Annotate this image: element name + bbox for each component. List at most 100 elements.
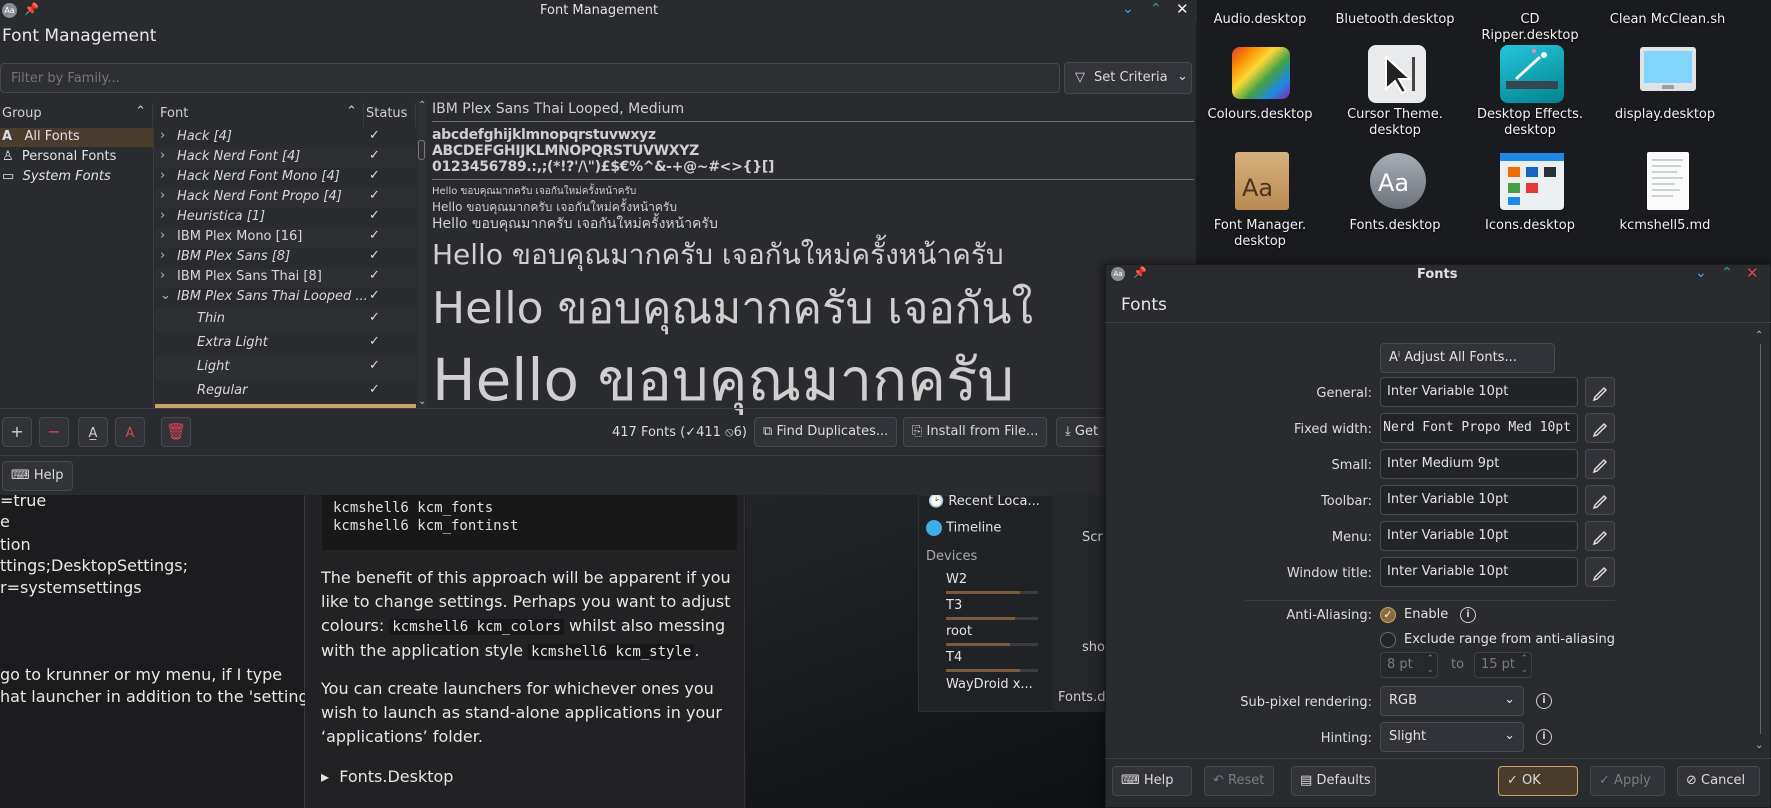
- scroll-down-icon[interactable]: ⌄: [418, 396, 426, 407]
- expand-icon[interactable]: ›: [160, 188, 165, 203]
- small-font-field[interactable]: Inter Medium 9pt: [1380, 449, 1578, 479]
- expand-icon[interactable]: ›: [160, 248, 165, 263]
- disable-fonts-button[interactable]: A: [115, 417, 145, 447]
- collapse-icon[interactable]: ⌄: [160, 288, 171, 303]
- font-row[interactable]: › Hack Nerd Font Propo [4] ✓: [155, 188, 416, 208]
- preview-scrollbar[interactable]: ⌃ ⌄: [418, 100, 428, 408]
- close-icon[interactable]: ✕: [1746, 264, 1759, 282]
- desktop-icon-clean-mcclean[interactable]: Clean McClean.sh: [1605, 12, 1730, 28]
- choose-font-button[interactable]: [1585, 377, 1615, 407]
- device-t4[interactable]: T4: [946, 650, 962, 665]
- add-group-button[interactable]: +: [2, 417, 32, 447]
- maximize-icon[interactable]: ⌃: [1721, 265, 1733, 281]
- font-row[interactable]: › IBM Plex Mono [16] ✓: [155, 228, 416, 248]
- font-row[interactable]: › Heuristica [1] ✓: [155, 208, 416, 228]
- subpixel-select[interactable]: RGB ⌄: [1380, 686, 1524, 716]
- info-icon[interactable]: i: [1536, 693, 1552, 709]
- titlebar[interactable]: Aa 📌 Fonts ⌄ ⌃ ✕: [1105, 264, 1771, 286]
- desktop-icon-icons[interactable]: Icons.desktop: [1470, 218, 1590, 234]
- group-system-fonts[interactable]: ▭ System Fonts: [0, 168, 153, 187]
- desktop-icon-display[interactable]: display.desktop: [1605, 107, 1725, 123]
- enabled-check-icon[interactable]: ✓: [369, 288, 380, 303]
- desktop-icon-cd-ripper[interactable]: CD Ripper.desktop: [1470, 12, 1590, 44]
- choose-font-button[interactable]: [1585, 485, 1615, 515]
- group-personal-fonts[interactable]: ♙ Personal Fonts: [0, 148, 153, 167]
- desktop-icon-fonts[interactable]: Fonts.desktop: [1335, 218, 1455, 234]
- scroll-down-icon[interactable]: ⌄: [1755, 740, 1763, 751]
- cancel-button[interactable]: ⊘ Cancel: [1677, 766, 1760, 796]
- help-button[interactable]: ⌨ Help: [1112, 766, 1192, 796]
- expand-icon[interactable]: ›: [160, 168, 165, 183]
- font-row[interactable]: › IBM Plex Sans Thai [8] ✓: [155, 268, 416, 288]
- pin-icon[interactable]: 📌: [1133, 266, 1147, 279]
- minimize-icon[interactable]: ⌄: [1695, 265, 1707, 281]
- font-row[interactable]: › Hack Nerd Font Mono [4] ✓: [155, 168, 416, 188]
- enabled-check-icon[interactable]: ✓: [369, 168, 380, 183]
- choose-font-button[interactable]: [1585, 521, 1615, 551]
- status-column-header[interactable]: Status: [364, 103, 416, 127]
- expand-icon[interactable]: ›: [160, 148, 165, 163]
- device-t3[interactable]: T3: [946, 598, 962, 613]
- scroll-up-icon[interactable]: ⌃: [1755, 330, 1763, 341]
- choose-font-button[interactable]: [1585, 413, 1615, 443]
- desktop-icon-audio[interactable]: Audio.desktop: [1200, 12, 1320, 28]
- exclude-range-checkbox[interactable]: [1380, 632, 1396, 648]
- enabled-check-icon[interactable]: ✓: [369, 128, 380, 143]
- choose-font-button[interactable]: [1585, 557, 1615, 587]
- desktop-icon-font-manager[interactable]: Font Manager. desktop: [1200, 218, 1320, 250]
- general-font-field[interactable]: Inter Variable 10pt: [1380, 377, 1578, 407]
- adjust-all-fonts-button[interactable]: Aⁱ Adjust All Fonts...: [1380, 343, 1555, 373]
- font-row[interactable]: › Hack [4] ✓: [155, 128, 416, 148]
- set-criteria-button[interactable]: ▽ Set Criteria ⌄: [1064, 62, 1192, 94]
- pin-icon[interactable]: 📌: [24, 2, 39, 16]
- place-item[interactable]: Timeline: [926, 520, 1001, 536]
- enabled-check-icon[interactable]: ✓: [369, 208, 380, 223]
- desktop-icon-cursor-theme[interactable]: Cursor Theme. desktop: [1335, 107, 1455, 139]
- desktop-icon-colours[interactable]: Colours.desktop: [1200, 107, 1320, 123]
- ok-button[interactable]: ✓ OK: [1498, 766, 1578, 796]
- range-from-spinbox[interactable]: 8 pt ⌃ ⌄: [1380, 652, 1438, 678]
- place-item[interactable]: 🕑 Recent Loca...: [928, 494, 1040, 509]
- font-row[interactable]: › Hack Nerd Font [4] ✓: [155, 148, 416, 168]
- enabled-check-icon[interactable]: ✓: [369, 358, 380, 373]
- enabled-check-icon[interactable]: ✓: [369, 228, 380, 243]
- info-icon[interactable]: i: [1536, 729, 1552, 745]
- install-from-file-button[interactable]: ⎘ Install from File...: [903, 417, 1048, 447]
- enabled-check-icon[interactable]: ✓: [369, 248, 380, 263]
- group-all-fonts[interactable]: A All Fonts: [0, 128, 153, 147]
- expand-icon[interactable]: ›: [160, 208, 165, 223]
- maximize-icon[interactable]: ⌃: [1150, 1, 1162, 17]
- window-title-font-field[interactable]: Inter Variable 10pt: [1380, 557, 1578, 587]
- style-row[interactable]: Light ✓: [155, 356, 416, 380]
- find-duplicates-button[interactable]: ⧉ Find Duplicates...: [754, 417, 898, 447]
- reset-button[interactable]: ↶ Reset: [1204, 766, 1274, 796]
- style-row[interactable]: Extra Light ✓: [155, 332, 416, 356]
- expand-icon[interactable]: ›: [160, 228, 165, 243]
- enabled-check-icon[interactable]: ✓: [369, 310, 380, 325]
- group-column-header[interactable]: Group ⌃: [0, 103, 153, 127]
- scroll-up-icon[interactable]: ⌃: [418, 100, 426, 111]
- menu-font-field[interactable]: Inter Variable 10pt: [1380, 521, 1578, 551]
- minimize-icon[interactable]: ⌄: [1122, 1, 1134, 17]
- dialog-scrollbar[interactable]: ⌃ ⌄: [1755, 330, 1765, 754]
- defaults-button[interactable]: ▤ Defaults: [1291, 766, 1376, 796]
- enable-fonts-button[interactable]: A̲: [78, 417, 108, 447]
- remove-group-button[interactable]: −: [39, 417, 69, 447]
- style-row[interactable]: Thin ✓: [155, 308, 416, 332]
- enabled-check-icon[interactable]: ✓: [369, 268, 380, 283]
- enabled-check-icon[interactable]: ✓: [369, 334, 380, 349]
- desktop-icon-kcmshell5[interactable]: kcmshell5.md: [1605, 218, 1725, 234]
- desktop-icon-desktop-effects[interactable]: Desktop Effects. desktop: [1470, 107, 1590, 139]
- desktop-icon-bluetooth[interactable]: Bluetooth.desktop: [1335, 12, 1455, 28]
- delete-button[interactable]: 🗑: [161, 417, 191, 447]
- expand-icon[interactable]: ›: [160, 268, 165, 283]
- close-icon[interactable]: ✕: [1176, 0, 1189, 18]
- style-row[interactable]: Regular ✓: [155, 380, 416, 404]
- font-row[interactable]: › IBM Plex Sans [8] ✓: [155, 248, 416, 268]
- help-button[interactable]: ⌨ Help: [2, 461, 73, 491]
- toolbar-font-field[interactable]: Inter Variable 10pt: [1380, 485, 1578, 515]
- expand-icon[interactable]: ›: [160, 128, 165, 143]
- details-summary[interactable]: ▸ Fonts.Desktop: [321, 765, 731, 789]
- filter-input[interactable]: [0, 63, 1060, 93]
- info-icon[interactable]: i: [1460, 607, 1476, 623]
